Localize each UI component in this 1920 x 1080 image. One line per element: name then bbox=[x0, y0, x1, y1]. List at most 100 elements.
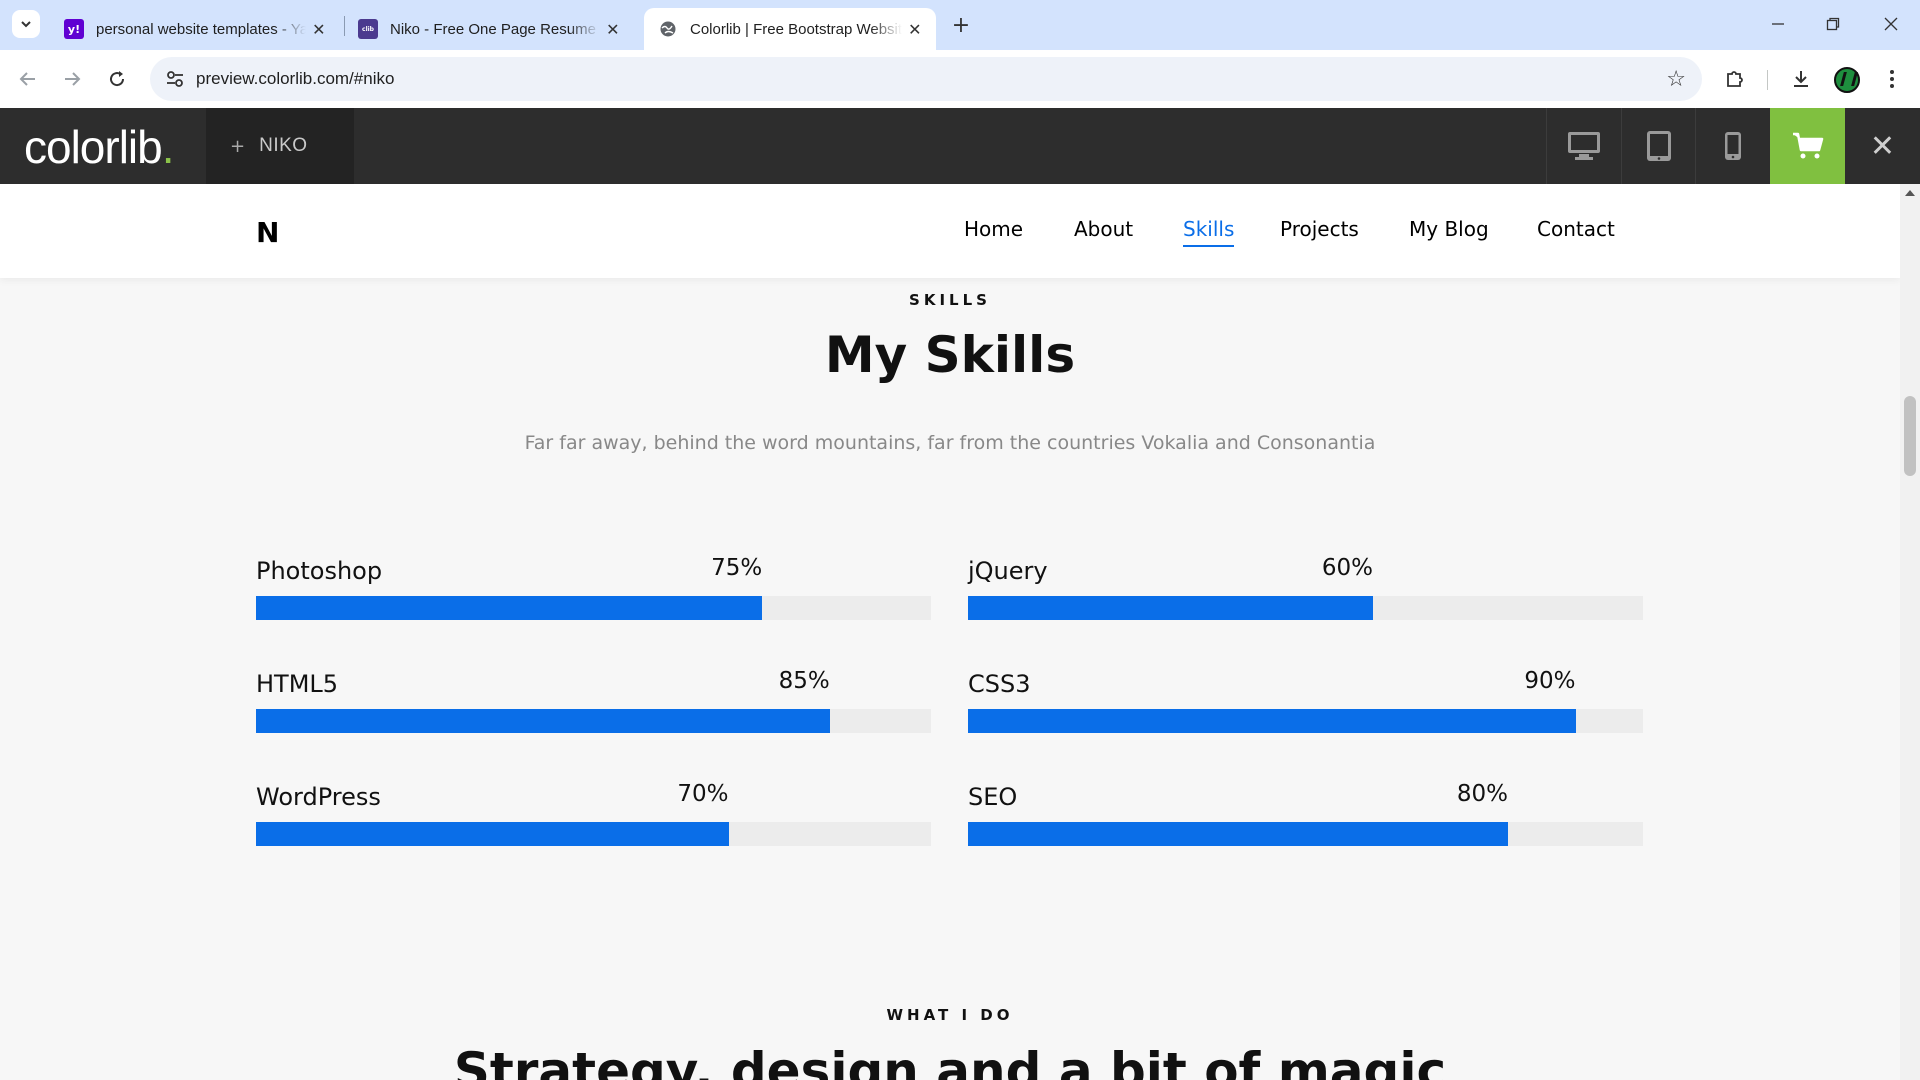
logo-text: colorlib bbox=[24, 121, 163, 173]
desktop-icon bbox=[1567, 132, 1600, 160]
progress-fill bbox=[968, 822, 1508, 846]
skill-name: HTML5 bbox=[256, 670, 339, 698]
url-text[interactable]: preview.colorlib.com/#niko bbox=[196, 69, 394, 89]
skill-item: jQuery 60% bbox=[968, 547, 1643, 627]
buy-theme-button[interactable] bbox=[1770, 108, 1845, 184]
skills-title-wrap: My Skills bbox=[0, 326, 1900, 384]
desktop-view-button[interactable] bbox=[1546, 108, 1620, 184]
skill-name: jQuery bbox=[968, 557, 1048, 585]
progress-track bbox=[256, 709, 931, 733]
mobile-view-button[interactable] bbox=[1695, 108, 1769, 184]
skill-percent: 90% bbox=[1524, 668, 1576, 694]
browser-tab-bar: y! personal website templates - Yahoo Se… bbox=[0, 0, 1920, 50]
downloads-button[interactable] bbox=[1786, 64, 1816, 94]
progress-track bbox=[968, 709, 1643, 733]
skills-heading: SKILLS bbox=[0, 291, 1900, 309]
logo-dot: . bbox=[161, 121, 175, 173]
tab-title: personal website templates - Yahoo Searc… bbox=[96, 20, 306, 38]
profile-avatar[interactable] bbox=[1834, 67, 1860, 93]
services-heading: WHAT I DO bbox=[0, 1006, 1900, 1024]
section-eyebrow: SKILLS bbox=[909, 291, 991, 309]
yahoo-icon: y! bbox=[64, 19, 84, 39]
skill-item: WordPress 70% bbox=[256, 773, 931, 853]
puzzle-icon bbox=[1727, 71, 1743, 87]
section-title: My Skills bbox=[824, 326, 1076, 384]
close-icon[interactable]: ✕ bbox=[310, 19, 328, 39]
back-button[interactable] bbox=[12, 63, 44, 95]
download-icon bbox=[1794, 71, 1808, 87]
section-title: Strategy, design and a bit of magic bbox=[453, 1042, 1447, 1080]
scrollbar-thumb[interactable] bbox=[1904, 396, 1916, 476]
window-close-button[interactable] bbox=[1876, 10, 1906, 38]
colorlib-logo[interactable]: colorlib. bbox=[24, 120, 174, 174]
restore-button[interactable] bbox=[1818, 10, 1848, 38]
skill-item: Photoshop 75% bbox=[256, 547, 931, 627]
colorlib-icon: clib bbox=[358, 19, 378, 39]
skill-percent: 70% bbox=[677, 781, 729, 807]
nav-home[interactable]: Home bbox=[964, 217, 1023, 241]
section-eyebrow: WHAT I DO bbox=[886, 1006, 1014, 1024]
nav-my-blog[interactable]: My Blog bbox=[1409, 217, 1489, 241]
cart-icon bbox=[1792, 132, 1823, 159]
reload-icon bbox=[110, 71, 125, 87]
skill-percent: 75% bbox=[711, 555, 763, 581]
skill-percent: 85% bbox=[778, 668, 830, 694]
site-settings-icon[interactable] bbox=[164, 68, 186, 90]
skill-item: SEO 80% bbox=[968, 773, 1643, 853]
mobile-icon bbox=[1724, 132, 1741, 160]
minimize-button[interactable] bbox=[1763, 10, 1793, 38]
arrow-left-icon bbox=[19, 72, 35, 86]
skill-name: SEO bbox=[968, 783, 1018, 811]
toolbar-divider bbox=[1767, 70, 1768, 90]
nav-projects[interactable]: Projects bbox=[1280, 217, 1359, 241]
progress-track bbox=[968, 822, 1643, 846]
minimize-icon bbox=[1772, 23, 1784, 25]
browser-tab-1[interactable]: y! personal website templates - Yahoo Se… bbox=[50, 8, 340, 50]
close-icon[interactable]: ✕ bbox=[906, 19, 924, 39]
tablet-icon bbox=[1646, 131, 1671, 161]
progress-fill bbox=[968, 596, 1373, 620]
browser-menu-button[interactable] bbox=[1877, 64, 1907, 94]
skill-name: Photoshop bbox=[256, 557, 383, 585]
plus-icon: + bbox=[951, 12, 971, 38]
close-icon bbox=[1884, 17, 1898, 31]
tab-search-button[interactable] bbox=[12, 10, 40, 38]
skill-item: CSS3 90% bbox=[968, 660, 1643, 740]
browser-tab-2[interactable]: clib Niko - Free One Page Resume Website… bbox=[344, 8, 634, 50]
site-navbar: N Home About Skills Projects My Blog Con… bbox=[0, 184, 1900, 278]
progress-track bbox=[256, 596, 931, 620]
page-scrollbar[interactable] bbox=[1900, 184, 1920, 1080]
nav-about[interactable]: About bbox=[1074, 217, 1133, 241]
forward-button[interactable] bbox=[56, 63, 88, 95]
progress-fill bbox=[968, 709, 1576, 733]
site-brand-logo[interactable]: N bbox=[256, 216, 279, 249]
browser-toolbar: preview.colorlib.com/#niko ☆ bbox=[0, 50, 1920, 108]
scroll-up-icon[interactable] bbox=[1905, 190, 1915, 196]
address-bar[interactable]: preview.colorlib.com/#niko ☆ bbox=[150, 57, 1702, 101]
extensions-button[interactable] bbox=[1720, 64, 1750, 94]
nav-skills[interactable]: Skills bbox=[1183, 217, 1235, 247]
skill-name: CSS3 bbox=[968, 670, 1031, 698]
new-tab-button[interactable]: + bbox=[948, 12, 974, 38]
tab-title: Colorlib | Free Bootstrap Website Templa… bbox=[690, 20, 902, 38]
close-icon[interactable]: ✕ bbox=[604, 19, 622, 39]
close-preview-button[interactable]: ✕ bbox=[1845, 108, 1920, 184]
section-subtitle: Far far away, behind the word mountains,… bbox=[524, 432, 1376, 454]
tablet-view-button[interactable] bbox=[1621, 108, 1695, 184]
theme-name: NIKO bbox=[259, 135, 308, 156]
services-title-wrap: Strategy, design and a bit of magic bbox=[0, 1042, 1900, 1080]
chevron-down-icon bbox=[21, 21, 31, 28]
globe-icon bbox=[658, 19, 678, 39]
nav-contact[interactable]: Contact bbox=[1537, 217, 1615, 241]
skill-percent: 60% bbox=[1321, 555, 1373, 581]
progress-track bbox=[256, 822, 931, 846]
website-viewport: N Home About Skills Projects My Blog Con… bbox=[0, 184, 1900, 1080]
restore-icon bbox=[1826, 17, 1840, 31]
browser-tab-3[interactable]: Colorlib | Free Bootstrap Website Templa… bbox=[644, 8, 936, 50]
skill-item: HTML5 85% bbox=[256, 660, 931, 740]
theme-selector[interactable]: + NIKO bbox=[206, 108, 354, 184]
reload-button[interactable] bbox=[101, 63, 133, 95]
skill-percent: 80% bbox=[1456, 781, 1508, 807]
bookmark-star-icon[interactable]: ☆ bbox=[1666, 67, 1686, 92]
progress-fill bbox=[256, 596, 763, 620]
